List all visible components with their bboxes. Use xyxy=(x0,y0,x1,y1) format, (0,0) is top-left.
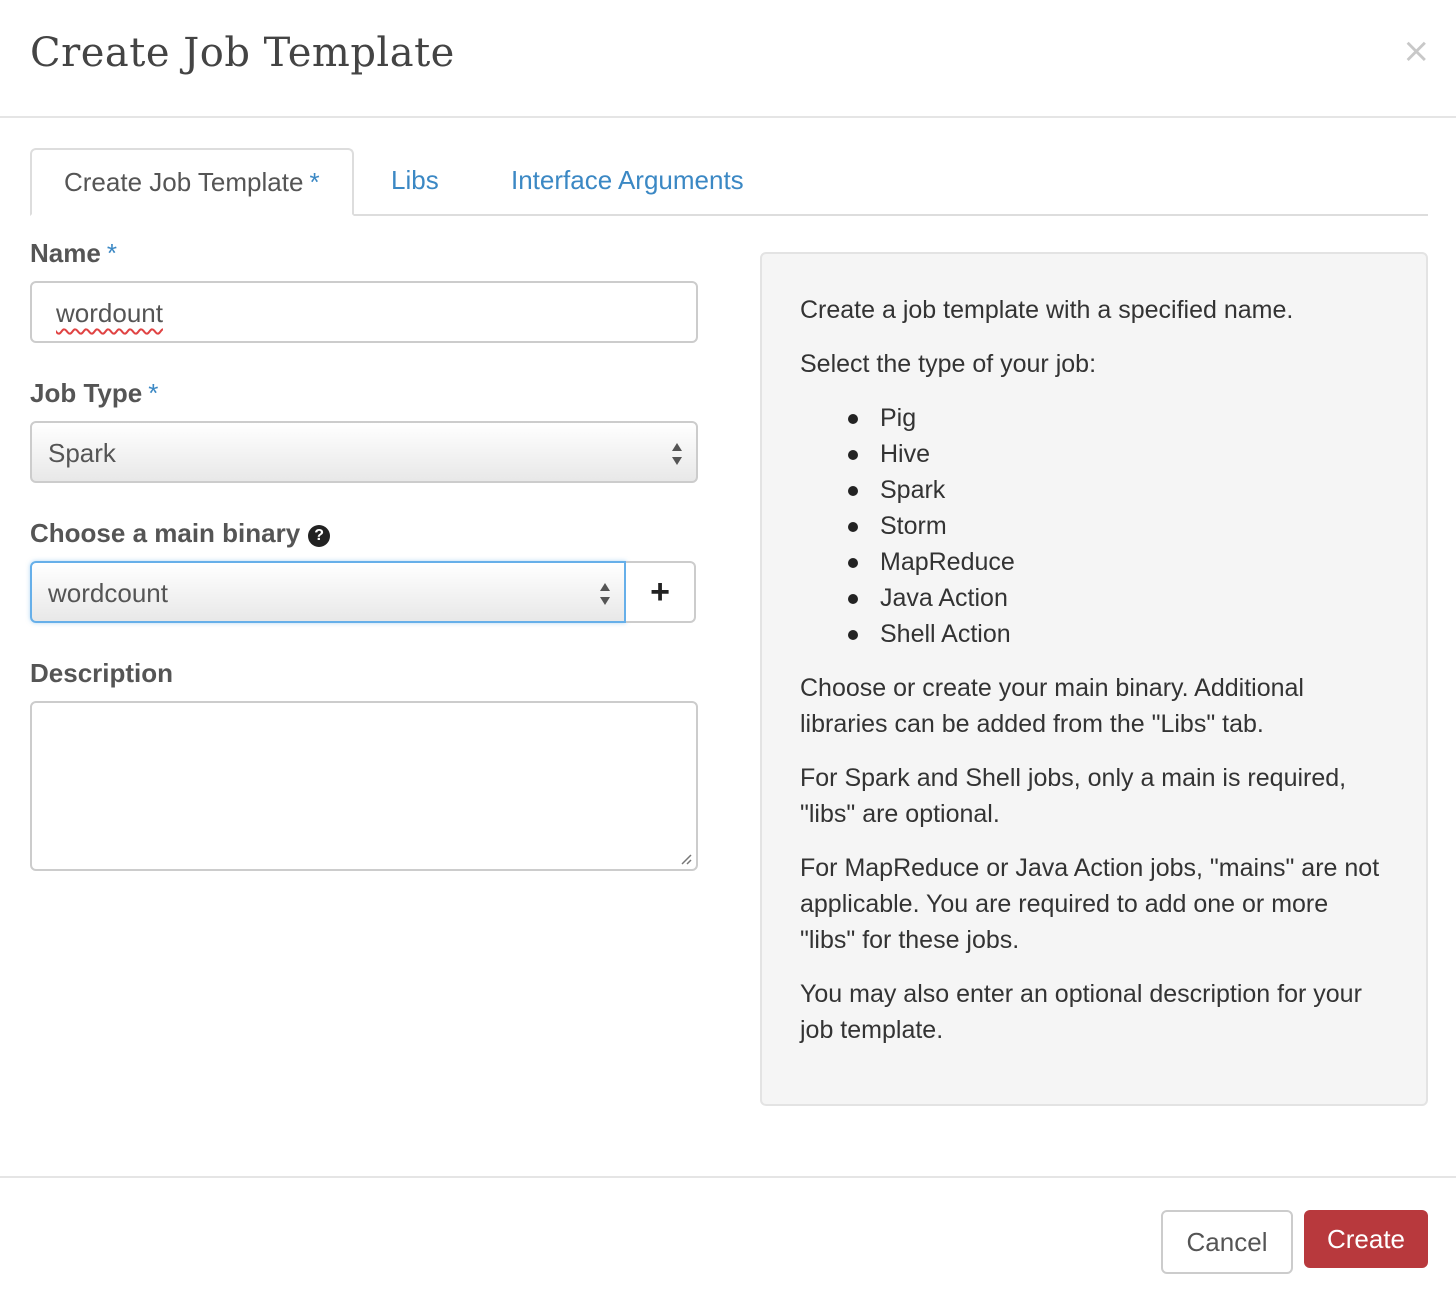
list-item: Pig xyxy=(800,400,1015,436)
description-label: Description xyxy=(30,658,174,688)
name-input[interactable]: wordount xyxy=(30,281,698,343)
job-type-list: Pig Hive Spark Storm MapReduce Java Acti… xyxy=(800,400,1015,652)
list-item: Shell Action xyxy=(800,616,1015,652)
tab-interface-arguments[interactable]: Interface Arguments xyxy=(511,148,744,212)
tab-create-job-template[interactable]: Create Job Template * xyxy=(30,148,354,216)
close-icon[interactable]: × xyxy=(1402,34,1431,68)
question-circle-icon[interactable]: ? xyxy=(308,525,331,547)
job-type-selected: Spark xyxy=(48,438,116,468)
help-description-note: You may also enter an optional descripti… xyxy=(800,980,1362,1044)
help-spark-note: For Spark and Shell jobs, only a main is… xyxy=(800,764,1347,828)
modal-header: Create Job Template × xyxy=(0,0,1456,118)
tab-libs[interactable]: Libs xyxy=(391,148,439,212)
list-item: Hive xyxy=(800,436,1015,472)
job-type-select[interactable]: Spark xyxy=(30,421,698,483)
help-intro: Create a job template with a specified n… xyxy=(800,296,1294,324)
main-binary-select[interactable]: wordcount xyxy=(30,561,626,623)
name-label: Name * xyxy=(30,238,117,269)
help-binary-note: Choose or create your main binary. Addit… xyxy=(800,674,1304,738)
list-item: Spark xyxy=(800,472,1015,508)
create-job-template-dialog: Create Job Template × Create Job Templat… xyxy=(0,0,1456,1300)
description-textarea[interactable] xyxy=(30,701,698,871)
tab-label: Create Job Template xyxy=(64,167,304,197)
modal-title: Create Job Template xyxy=(30,30,455,76)
main-binary-selected: wordcount xyxy=(48,578,168,608)
tab-bar: Create Job Template * Libs Interface Argu… xyxy=(30,148,1428,216)
required-marker: * xyxy=(148,378,159,408)
add-binary-button[interactable]: + xyxy=(626,561,696,623)
name-input-value: wordount xyxy=(56,298,163,328)
help-panel: Create a job template with a specified n… xyxy=(760,252,1428,1106)
resize-grip-icon[interactable] xyxy=(680,853,692,865)
modal-footer: Cancel Create xyxy=(0,1176,1456,1302)
job-type-label: Job Type * xyxy=(30,378,158,409)
required-marker: * xyxy=(106,238,117,268)
name-label-text: Name xyxy=(30,238,101,268)
main-binary-label: Choose a main binary? xyxy=(30,518,331,549)
cancel-button[interactable]: Cancel xyxy=(1161,1210,1293,1274)
main-binary-label-text: Choose a main binary xyxy=(30,518,301,548)
list-item: Storm xyxy=(800,508,1015,544)
help-type-prompt: Select the type of your job: xyxy=(800,350,1097,378)
list-item: Java Action xyxy=(800,580,1015,616)
required-marker: * xyxy=(309,167,320,197)
create-button[interactable]: Create xyxy=(1304,1210,1428,1268)
select-arrows-icon xyxy=(600,583,610,605)
help-mapreduce-note: For MapReduce or Java Action jobs, "main… xyxy=(800,854,1380,954)
job-type-label-text: Job Type xyxy=(30,378,143,408)
select-arrows-icon xyxy=(672,443,682,465)
list-item: MapReduce xyxy=(800,544,1015,580)
